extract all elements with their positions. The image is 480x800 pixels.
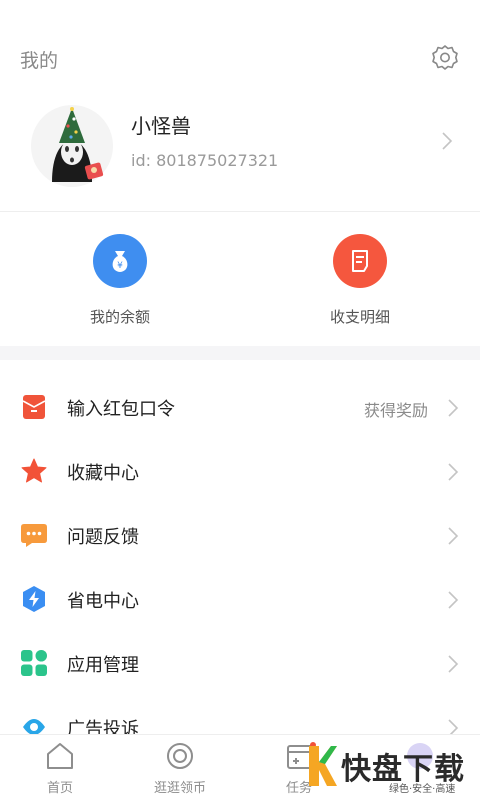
menu-list: 输入红包口令 获得奖励 收藏中心 问题反馈 省电中心 应用管理 广告投诉 [0,375,480,759]
menu-item-label: 问题反馈 [67,527,139,548]
lightning-icon [20,585,48,613]
chevron-right-icon [446,525,460,551]
watermark-tagline: 绿色·安全·高速 [389,784,456,795]
apps-grid-icon [20,649,48,677]
watermark-logo-icon [309,746,337,786]
menu-item-label: 应用管理 [67,655,139,676]
money-bag-icon: ¥ [93,234,147,288]
chat-bubble-icon [20,521,48,549]
section-divider [0,346,480,360]
menu-item-power-saving[interactable]: 省电中心 [0,567,480,631]
menu-item-label: 输入红包口令 [67,399,175,420]
home-icon [43,741,77,771]
menu-item-label: 收藏中心 [67,463,139,484]
star-icon [20,457,48,485]
username: 小怪兽 [131,114,191,138]
red-envelope-icon [20,393,48,421]
chevron-right-icon [446,461,460,487]
profile-card[interactable]: 小怪兽 id: 801875027321 [0,96,480,211]
tab-label: 首页 [46,781,73,796]
chevron-right-icon [446,589,460,615]
wallet-section: ¥ 我的余额 收支明细 [0,212,480,346]
coin-icon [163,741,197,771]
chevron-right-icon [440,130,454,156]
details-label: 收支明细 [329,308,390,326]
page-header: 我的 [0,0,480,100]
menu-item-feedback[interactable]: 问题反馈 [0,503,480,567]
menu-item-favorites[interactable]: 收藏中心 [0,439,480,503]
gear-icon[interactable] [430,43,460,73]
balance-label: 我的余额 [89,308,150,326]
chevron-right-icon [446,653,460,679]
bill-icon [333,234,387,288]
avatar[interactable] [30,104,114,188]
chevron-right-icon [446,397,460,423]
menu-item-red-envelope[interactable]: 输入红包口令 获得奖励 [0,375,480,439]
page-title: 我的 [20,50,59,72]
svg-text:¥: ¥ [117,261,123,271]
balance-button[interactable]: ¥ 我的余额 [40,234,200,334]
tab-coins[interactable]: 逛逛领币 [120,735,240,800]
tab-home[interactable]: 首页 [0,735,120,800]
user-id: id: 801875027321 [131,151,279,170]
details-button[interactable]: 收支明细 [280,234,440,334]
reward-hint: 获得奖励 [363,401,428,420]
menu-item-label: 省电中心 [67,591,139,612]
menu-item-app-manager[interactable]: 应用管理 [0,631,480,695]
tab-label: 逛逛领币 [153,781,206,796]
watermark: 快盘下载 绿色·安全·高速 [305,740,480,796]
